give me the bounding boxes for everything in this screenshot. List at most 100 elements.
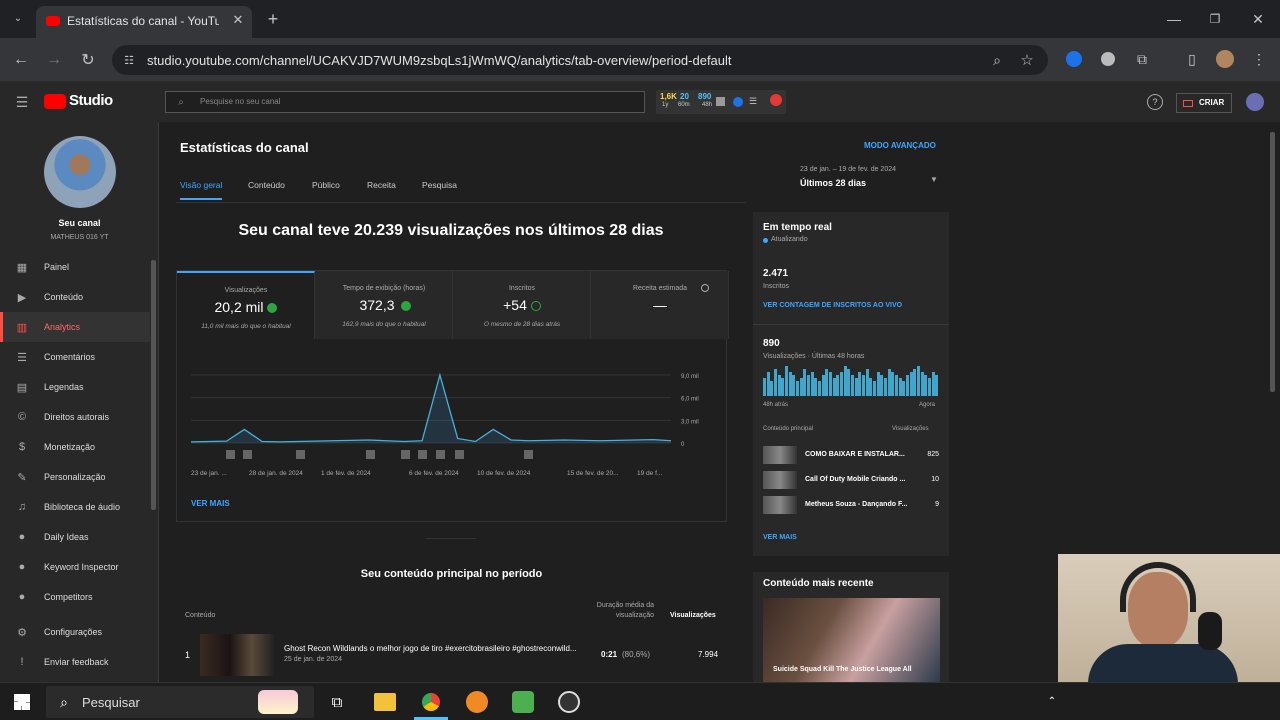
sidebar-item-analytics[interactable]: ▥ Analytics [0,312,150,342]
metric-1[interactable]: Tempo de exibição (horas) 372,3 162,9 mais… [315,271,453,339]
overview-card: Visualizações 20,2 mil 11,0 mil mais do qu… [176,270,729,522]
realtime-subs: 2.471 [763,268,789,279]
site-info-icon[interactable]: ☷ [120,51,138,69]
sidebar-item-conte-do[interactable]: ▶ Conteúdo [0,282,150,312]
realtime-bar [847,369,851,396]
taskbar-search[interactable]: ⌕ Pesquisar [46,686,314,718]
tab-3[interactable]: Receita [367,180,396,198]
close-window-icon[interactable]: ✕ [1247,8,1269,30]
browser-tab[interactable]: Estatísticas do canal - YouTube ✕ [36,6,252,38]
realtime-bar [840,372,843,396]
sidebar-item-daily-ideas[interactable]: ● Daily Ideas [0,522,150,552]
video-thumbnail[interactable] [200,634,274,676]
tab-close-icon[interactable]: ✕ [230,12,246,28]
metric-sub: 11,0 mil mais do que o habitual [201,323,291,330]
main-scrollbar[interactable] [1270,132,1275,392]
address-bar[interactable]: ☷ studio.youtube.com/channel/UCAKVJD7WUM… [112,45,1048,75]
realtime-item[interactable]: Call Of Duty Mobile Criando ... 10 [763,471,939,491]
metric-2[interactable]: Inscritos +54 O mesmo de 28 dias atrás [453,271,591,339]
zoom-icon[interactable]: ⌕ [987,50,1007,70]
studio-logo-text: Studio [69,92,113,109]
rt-col-views: Visualizações [892,426,929,432]
reload-icon[interactable]: ↻ [77,49,99,71]
badge-views-sub: 60m [678,102,690,108]
sidebar-item-legendas[interactable]: ▤ Legendas [0,372,150,402]
sidebar-item-personaliza-o[interactable]: ✎ Personalização [0,462,150,492]
realtime-item-views: 10 [931,476,939,483]
row-title[interactable]: Ghost Recon Wildlands o melhor jogo de t… [284,644,584,653]
windows-taskbar: ⌕ Pesquisar ⧉ ⌃ [0,682,1280,720]
recent-thumbnail[interactable]: Suicide Squad Kill The Justice League Al… [763,598,940,682]
tab-2[interactable]: Público [312,180,340,198]
create-button[interactable]: CRIAR [1176,93,1232,113]
video-marker [243,450,252,459]
help-icon[interactable]: ? [1147,94,1163,110]
studio-search-box[interactable]: ⌕ Pesquise no seu canal [165,91,645,113]
realtime-see-more[interactable]: VER MAIS [763,534,797,541]
realtime-item-title: Call Of Duty Mobile Criando ... [805,476,906,483]
sidebar-icon: ✎ [17,471,27,484]
search-icon: ⌕ [178,96,184,108]
studio-sidebar: Seu canal MATHEUS 016 YT ▦ Painel ▶ Conteúd… [0,122,159,682]
minimize-icon[interactable]: — [1163,8,1185,30]
live-subs-link[interactable]: VER CONTAGEM DE INSCRITOS AO VIVO [763,302,902,309]
y-tick-label: 9,0 mil [681,374,699,380]
sidebar-item-enviar-feedback[interactable]: ! Enviar feedback [0,647,150,677]
windows-start-icon[interactable] [14,694,30,710]
back-icon[interactable]: ← [10,49,32,71]
extension-icon[interactable] [1066,51,1082,67]
sidebar-item-label: Painel [44,262,70,272]
taskbar-search-text: Pesquisar [82,695,140,710]
file-explorer-icon[interactable] [374,693,396,711]
table-row[interactable]: 1 Ghost Recon Wildlands o melhor jogo de… [176,630,727,678]
tray-chevron-icon[interactable]: ⌃ [1044,693,1060,709]
realtime-bar [906,375,909,396]
see-more-link[interactable]: VER MAIS [191,499,230,508]
tab-4[interactable]: Pesquisa [422,180,457,198]
col-content: Conteúdo [185,612,216,619]
realtime-item[interactable]: Metheus Souza - Dançando F... 9 [763,496,939,516]
channel-avatar[interactable] [44,136,116,208]
sidebar-item-biblioteca-de-udio[interactable]: ♫ Biblioteca de áudio [0,492,150,522]
metric-0[interactable]: Visualizações 20,2 mil 11,0 mil mais do qu… [177,271,315,339]
browser-menu-icon[interactable]: ⋮ [1250,50,1268,68]
sidebar-scrollbar[interactable] [151,260,156,510]
extension-stats-bar[interactable]: 1,6K 1y 20 60m 890 48h ☰ [656,90,786,114]
period-selector[interactable]: 23 de jan. – 19 de fev. de 2024 Últimos … [800,166,940,192]
sidebar-item-direitos-autorais[interactable]: © Direitos autorais [0,402,150,432]
profile-avatar[interactable] [1216,50,1234,68]
sidebar-item-configura-es[interactable]: ⚙ Configurações [0,617,150,647]
recent-content-card: Conteúdo mais recente Suicide Squad Kill… [753,572,949,682]
realtime-item[interactable]: COMO BAIXAR E INSTALAR... 825 [763,446,939,466]
realtime-bar [810,372,814,396]
realtime-thumb [763,471,797,489]
chrome-icon[interactable] [420,691,442,713]
new-tab-icon[interactable]: + [262,8,284,30]
task-view-icon[interactable]: ⧉ [326,691,348,713]
account-avatar[interactable] [1246,93,1264,111]
ext-box-icon [716,97,725,106]
hamburger-menu-icon[interactable]: ☰ [12,92,32,112]
sidebar-item-competitors[interactable]: ● Competitors [0,582,150,612]
extensions-puzzle-icon[interactable]: ⧉ [1133,50,1151,68]
app-green-icon[interactable] [512,691,534,713]
extension-circle-icon[interactable] [1101,52,1115,66]
tab-1[interactable]: Conteúdo [248,180,285,198]
side-panel-icon[interactable]: ▯ [1183,50,1201,68]
bookmark-star-icon[interactable]: ☆ [1017,50,1037,70]
maximize-icon[interactable]: ❐ [1204,8,1226,30]
sidebar-item-monetiza-o[interactable]: $ Monetização [0,432,150,462]
app-orange-icon[interactable] [466,691,488,713]
obs-icon[interactable] [558,691,580,713]
sidebar-item-painel[interactable]: ▦ Painel [0,252,150,282]
realtime-bar [865,369,869,396]
sidebar-item-coment-rios[interactable]: ☰ Comentários [0,342,150,372]
forward-icon[interactable]: → [43,49,65,71]
divider [753,324,949,325]
youtube-logo-icon[interactable] [44,94,66,109]
tab-0[interactable]: Visão geral [180,180,223,200]
sidebar-item-keyword-inspector[interactable]: ● Keyword Inspector [0,552,150,582]
advanced-mode-link[interactable]: MODO AVANÇADO [864,141,936,150]
tab-list-icon[interactable]: ⌄ [8,8,28,28]
metric-3[interactable]: Receita estimada — [591,271,729,339]
